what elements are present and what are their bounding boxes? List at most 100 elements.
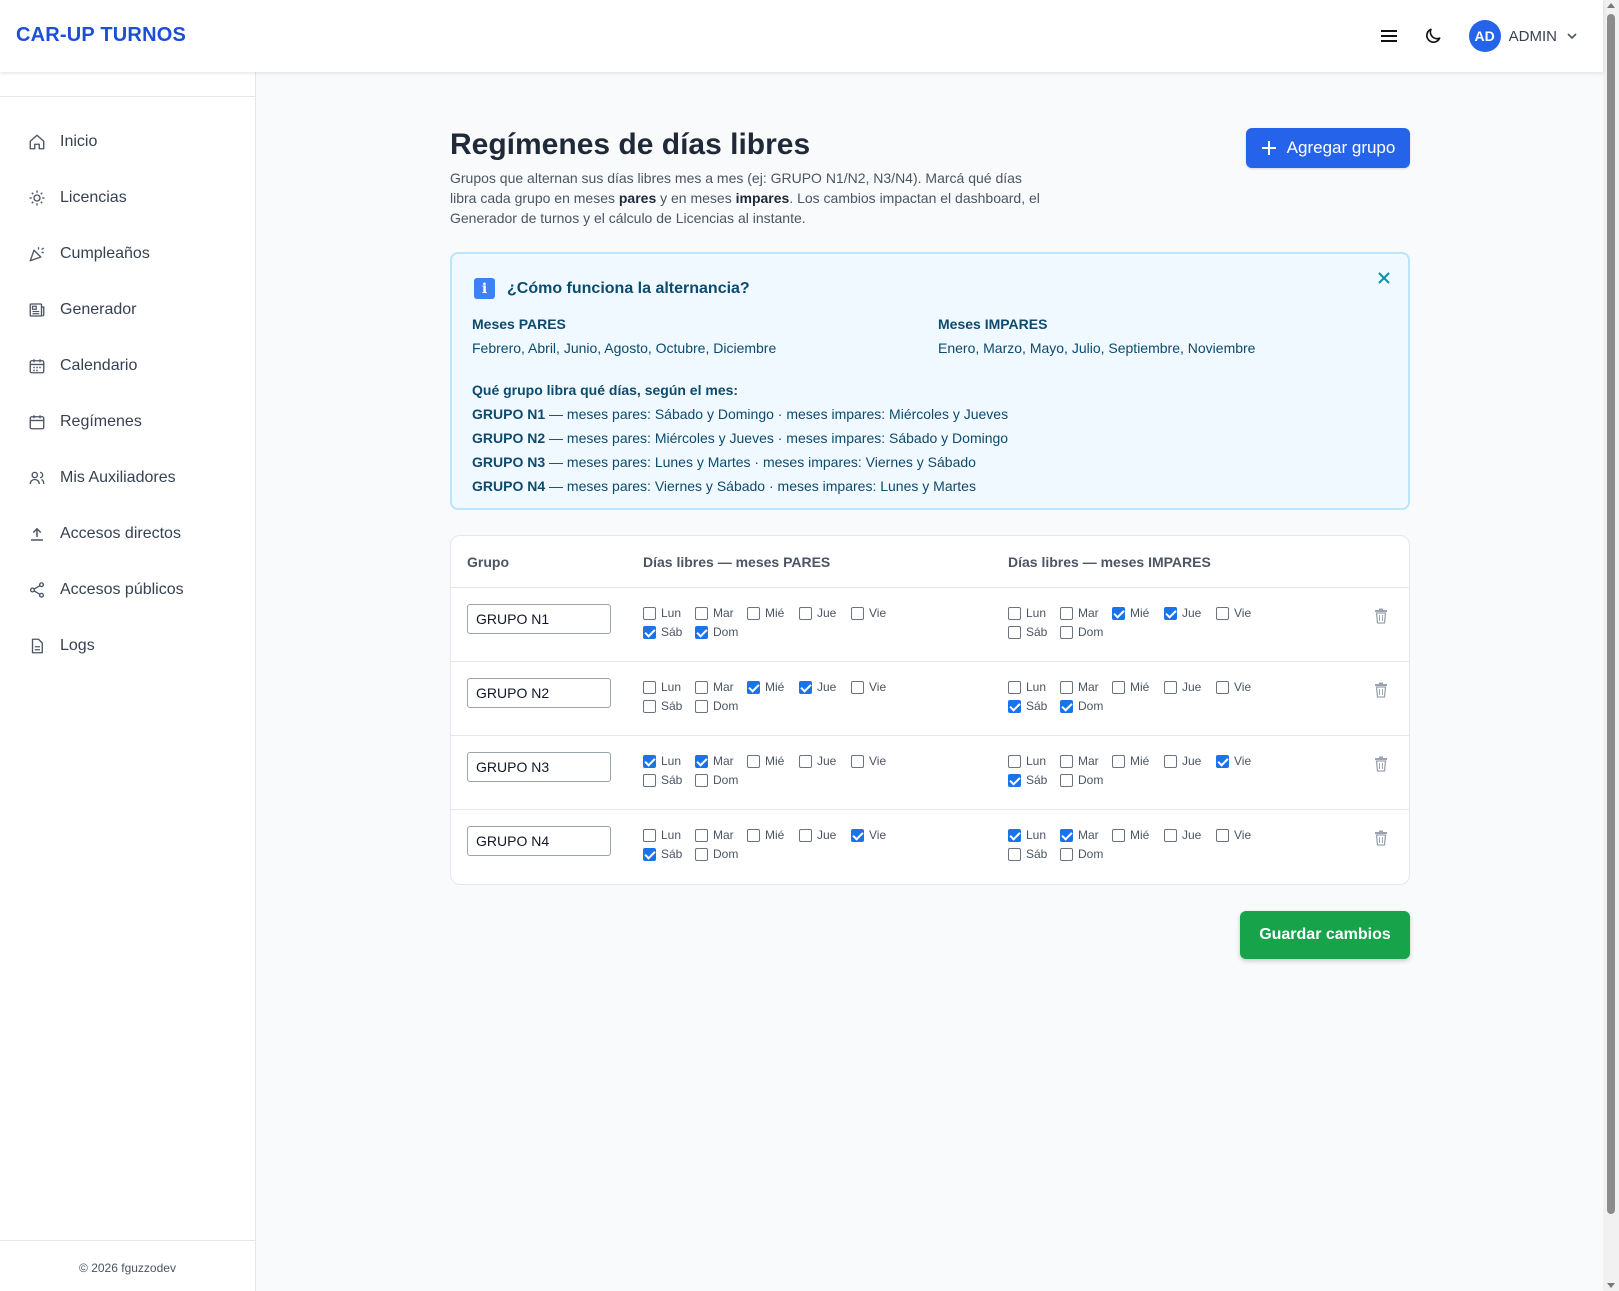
day-checkbox-odd[interactable]: Jue — [1164, 754, 1216, 768]
group-name-input[interactable] — [467, 678, 611, 708]
day-checkbox-odd[interactable]: Dom — [1060, 773, 1112, 787]
day-checkbox-odd[interactable]: Sáb — [1008, 847, 1060, 861]
trash-icon[interactable] — [1373, 830, 1389, 846]
user-name[interactable]: ADMIN — [1509, 28, 1557, 45]
day-checkbox-odd[interactable]: Lun — [1008, 680, 1060, 694]
avatar[interactable]: AD — [1468, 20, 1501, 52]
chevron-down-icon[interactable] — [1565, 29, 1579, 43]
checkbox[interactable] — [1164, 828, 1177, 842]
checkbox[interactable] — [643, 828, 656, 842]
checkbox[interactable] — [1008, 606, 1021, 620]
checkbox[interactable] — [747, 828, 760, 842]
day-checkbox-even[interactable]: Vie — [851, 828, 903, 842]
day-checkbox-odd[interactable]: Sáb — [1008, 773, 1060, 787]
checkbox[interactable] — [1164, 680, 1177, 694]
checkbox[interactable] — [799, 828, 812, 842]
checkbox[interactable] — [695, 699, 708, 713]
sidebar-item-inicio[interactable]: Inicio — [0, 114, 255, 170]
group-name-input[interactable] — [467, 752, 611, 782]
group-name-input[interactable] — [467, 604, 611, 634]
checkbox[interactable] — [1008, 754, 1021, 768]
day-checkbox-odd[interactable]: Vie — [1216, 828, 1268, 842]
checkbox[interactable] — [643, 606, 656, 620]
checkbox[interactable] — [1060, 625, 1073, 639]
checkbox[interactable] — [643, 625, 656, 639]
checkbox[interactable] — [1008, 828, 1021, 842]
day-checkbox-even[interactable]: Dom — [695, 625, 747, 639]
day-checkbox-even[interactable]: Sáb — [643, 847, 695, 861]
day-checkbox-even[interactable]: Vie — [851, 754, 903, 768]
checkbox[interactable] — [851, 606, 864, 620]
checkbox[interactable] — [695, 773, 708, 787]
close-icon[interactable] — [1374, 268, 1394, 288]
day-checkbox-even[interactable]: Jue — [799, 754, 851, 768]
checkbox[interactable] — [1060, 680, 1073, 694]
checkbox[interactable] — [1112, 606, 1125, 620]
checkbox[interactable] — [695, 828, 708, 842]
checkbox[interactable] — [643, 754, 656, 768]
day-checkbox-even[interactable]: Mié — [747, 754, 799, 768]
day-checkbox-odd[interactable]: Vie — [1216, 754, 1268, 768]
scroll-thumb[interactable] — [1607, 14, 1615, 1214]
checkbox[interactable] — [1060, 847, 1073, 861]
day-checkbox-odd[interactable]: Lun — [1008, 828, 1060, 842]
checkbox[interactable] — [695, 847, 708, 861]
day-checkbox-odd[interactable]: Mar — [1060, 680, 1112, 694]
day-checkbox-even[interactable]: Jue — [799, 828, 851, 842]
save-changes-button[interactable]: Guardar cambios — [1240, 911, 1410, 959]
day-checkbox-odd[interactable]: Mié — [1112, 828, 1164, 842]
day-checkbox-odd[interactable]: Dom — [1060, 625, 1112, 639]
checkbox[interactable] — [851, 754, 864, 768]
checkbox[interactable] — [1060, 754, 1073, 768]
day-checkbox-odd[interactable]: Jue — [1164, 606, 1216, 620]
sidebar-item-licencias[interactable]: Licencias — [0, 170, 255, 226]
day-checkbox-even[interactable]: Sáb — [643, 699, 695, 713]
checkbox[interactable] — [799, 754, 812, 768]
checkbox[interactable] — [1008, 847, 1021, 861]
day-checkbox-odd[interactable]: Lun — [1008, 606, 1060, 620]
day-checkbox-odd[interactable]: Lun — [1008, 754, 1060, 768]
day-checkbox-odd[interactable]: Mié — [1112, 680, 1164, 694]
day-checkbox-even[interactable]: Lun — [643, 680, 695, 694]
add-group-button[interactable]: Agregar grupo — [1246, 128, 1410, 168]
checkbox[interactable] — [643, 680, 656, 694]
checkbox[interactable] — [695, 680, 708, 694]
day-checkbox-odd[interactable]: Sáb — [1008, 625, 1060, 639]
sidebar-item-accesos-publicos[interactable]: Accesos públicos — [0, 562, 255, 618]
day-checkbox-even[interactable]: Mar — [695, 606, 747, 620]
checkbox[interactable] — [1112, 828, 1125, 842]
checkbox[interactable] — [1112, 680, 1125, 694]
checkbox[interactable] — [1008, 625, 1021, 639]
sidebar-item-accesos-directos[interactable]: Accesos directos — [0, 506, 255, 562]
day-checkbox-odd[interactable]: Mar — [1060, 606, 1112, 620]
day-checkbox-odd[interactable]: Mié — [1112, 754, 1164, 768]
trash-icon[interactable] — [1373, 608, 1389, 624]
day-checkbox-odd[interactable]: Mar — [1060, 754, 1112, 768]
checkbox[interactable] — [1164, 606, 1177, 620]
moon-icon[interactable] — [1415, 18, 1451, 54]
day-checkbox-odd[interactable]: Dom — [1060, 847, 1112, 861]
checkbox[interactable] — [1216, 828, 1229, 842]
checkbox[interactable] — [1008, 699, 1021, 713]
scrollbar[interactable] — [1603, 0, 1619, 1291]
checkbox[interactable] — [695, 754, 708, 768]
checkbox[interactable] — [1008, 680, 1021, 694]
day-checkbox-even[interactable]: Jue — [799, 606, 851, 620]
day-checkbox-odd[interactable]: Jue — [1164, 828, 1216, 842]
checkbox[interactable] — [1060, 699, 1073, 713]
checkbox[interactable] — [643, 773, 656, 787]
day-checkbox-even[interactable]: Lun — [643, 754, 695, 768]
checkbox[interactable] — [695, 625, 708, 639]
day-checkbox-even[interactable]: Dom — [695, 773, 747, 787]
day-checkbox-even[interactable]: Dom — [695, 699, 747, 713]
day-checkbox-odd[interactable]: Jue — [1164, 680, 1216, 694]
checkbox[interactable] — [643, 699, 656, 713]
group-name-input[interactable] — [467, 826, 611, 856]
checkbox[interactable] — [799, 606, 812, 620]
day-checkbox-odd[interactable]: Vie — [1216, 680, 1268, 694]
checkbox[interactable] — [1060, 773, 1073, 787]
checkbox[interactable] — [1112, 754, 1125, 768]
day-checkbox-even[interactable]: Mié — [747, 606, 799, 620]
day-checkbox-odd[interactable]: Dom — [1060, 699, 1112, 713]
day-checkbox-even[interactable]: Sáb — [643, 625, 695, 639]
